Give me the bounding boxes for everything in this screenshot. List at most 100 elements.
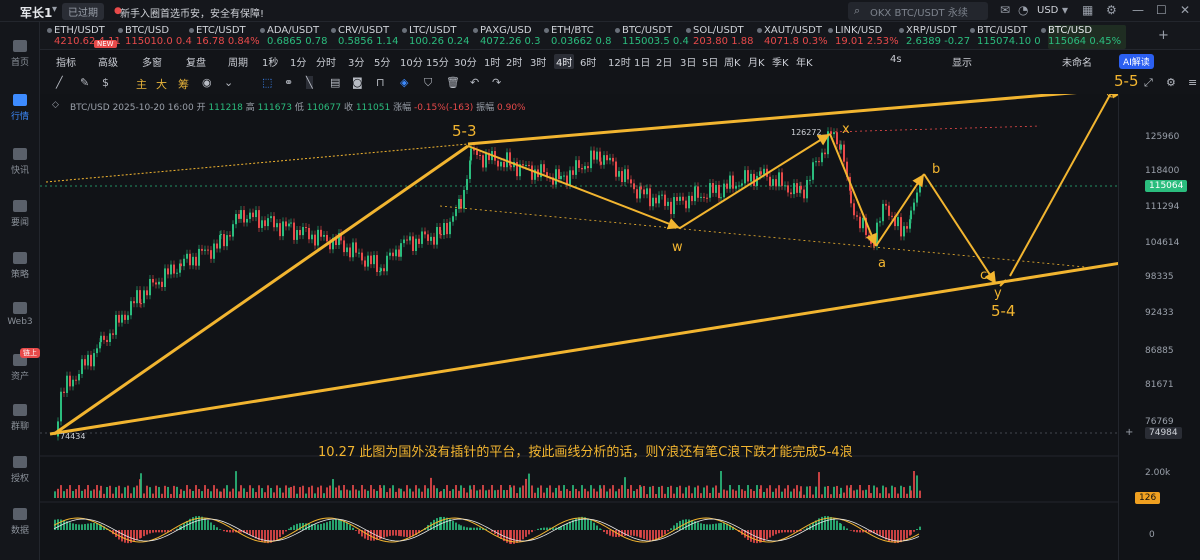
chevron-down-icon[interactable]: ▾ — [1062, 3, 1068, 17]
toolbar-item[interactable]: 季K — [772, 54, 789, 69]
big-order-toggle[interactable]: 大 — [156, 76, 167, 92]
candlestick-chart[interactable] — [40, 80, 1141, 560]
chart-menu-icon[interactable]: ◇ — [52, 100, 59, 110]
toolbar-item[interactable]: 1秒 — [262, 54, 278, 69]
trendline-icon[interactable]: ╲ — [306, 76, 313, 89]
filter-icon[interactable]: ⛉ — [424, 76, 432, 90]
toolbar-right-item[interactable]: 4s — [890, 54, 902, 65]
toolbar-item[interactable]: 周K — [724, 54, 741, 69]
ticker-dot-icon — [686, 28, 691, 33]
bell-icon[interactable]: ◔ — [1018, 3, 1028, 17]
toolbar-item[interactable]: 1日 — [634, 54, 650, 69]
chevron-down-icon[interactable]: ▾ — [52, 4, 57, 15]
toolbar-item[interactable]: 1分 — [290, 54, 306, 69]
cursor-icon[interactable]: ⬚ — [262, 76, 272, 89]
sidebar-item-strategy[interactable]: 策略 — [0, 252, 40, 280]
link-icon[interactable]: ⚭ — [284, 76, 293, 89]
layers-icon[interactable]: ◈ — [400, 76, 408, 89]
volume-bar — [176, 486, 178, 498]
toolbar-item[interactable]: 多窗 — [142, 54, 162, 69]
ai-analysis-button[interactable]: AI解读 — [1119, 54, 1154, 69]
toolbar-item[interactable]: 3日 — [680, 54, 696, 69]
search-input[interactable]: ⌕ OKX BTC/USDT 永续 — [848, 2, 988, 20]
notice-text[interactable]: 新手入圈首选币安，安全有保障! — [120, 5, 264, 20]
sidebar-item-flash[interactable]: 快讯 — [0, 148, 40, 176]
toolbar-item[interactable]: 指标 — [56, 54, 76, 69]
toolbar-item[interactable]: 周期 — [228, 54, 248, 69]
close-icon[interactable]: ✕ — [1180, 3, 1190, 17]
toolbar-item[interactable]: 复盘 — [186, 54, 206, 69]
toolbar-item[interactable]: 4时 — [554, 54, 575, 69]
wave-label-b: b — [932, 162, 941, 177]
sidebar-item-data[interactable]: 数据 — [0, 508, 40, 536]
candle-body — [497, 160, 499, 167]
toolbar-item[interactable]: 10分 — [400, 54, 423, 69]
line-tool-icon[interactable]: ╱ — [56, 76, 63, 89]
login-status-badge[interactable]: 已过期 — [62, 3, 104, 20]
chips-toggle[interactable]: 筹 — [178, 76, 189, 92]
maximize-icon[interactable]: ☐ — [1156, 3, 1167, 17]
toolbar-item[interactable]: 1时 — [484, 54, 500, 69]
undo-icon[interactable]: ↶ — [470, 76, 479, 89]
sidebar-item-auth[interactable]: 授权 — [0, 456, 40, 484]
toolbar-item[interactable]: 6时 — [580, 54, 596, 69]
toolbar-item[interactable]: 12时 — [608, 54, 631, 69]
toolbar-item[interactable]: 2日 — [656, 54, 672, 69]
toolbar-item[interactable]: 3时 — [530, 54, 546, 69]
candle-body — [850, 190, 852, 204]
toolbar-item[interactable]: 年K — [796, 54, 813, 69]
toolbar-item[interactable]: 5分 — [374, 54, 390, 69]
eye-icon[interactable]: ◉ — [202, 76, 212, 89]
settings-icon[interactable]: ⚙ — [1166, 76, 1176, 89]
sidebar-item-assets[interactable]: 资产 链上 — [0, 348, 40, 382]
add-ticker-icon[interactable]: + — [1158, 28, 1169, 43]
grid-icon[interactable]: ▦ — [1082, 3, 1093, 17]
main-chart-toggle[interactable]: 主 — [136, 76, 147, 92]
message-icon[interactable]: ✉ — [1000, 3, 1010, 17]
candle-body — [293, 222, 295, 240]
toolbar-item[interactable]: 分时 — [316, 54, 336, 69]
settings-icon[interactable]: ⚙ — [1106, 3, 1117, 17]
username[interactable]: 军长1 — [20, 4, 52, 21]
volume-bar — [715, 485, 717, 498]
minimize-icon[interactable]: — — [1132, 3, 1144, 17]
chevron-down-icon[interactable]: ⌄ — [224, 76, 233, 89]
camera-icon[interactable]: ◙ — [352, 76, 363, 89]
toolbar-item[interactable]: 月K — [748, 54, 765, 69]
toolbar-item[interactable]: 高级 — [98, 54, 118, 69]
toolbar-item[interactable]: 5日 — [702, 54, 718, 69]
volume-bar — [311, 485, 313, 498]
toolbar-item[interactable]: 3分 — [348, 54, 364, 69]
macd-bar — [386, 530, 388, 537]
sidebar-item-home[interactable]: 首页 — [0, 40, 40, 68]
toolbar-item[interactable]: 30分 — [454, 54, 477, 69]
brush-tool-icon[interactable]: ✎ — [80, 76, 89, 89]
currency-select[interactable]: USD — [1037, 5, 1058, 16]
sidebar-item-chat[interactable]: 群聊 — [0, 404, 40, 432]
macd-bar — [624, 530, 626, 536]
chart-canvas[interactable] — [40, 80, 1141, 560]
toolbar-right-item[interactable]: 显示 — [952, 54, 972, 69]
ticker-item[interactable]: BTC/USD 115064 0.45% — [1041, 25, 1126, 49]
magnet-icon[interactable]: ⊓ — [376, 76, 385, 89]
candle-body — [781, 172, 783, 186]
sidebar-item-web3[interactable]: Web3 — [0, 302, 40, 327]
low-label: 低 — [294, 103, 304, 113]
toolbar-item[interactable]: 15分 — [426, 54, 449, 69]
volume-bar — [627, 488, 629, 498]
candle-body — [449, 221, 451, 235]
dollar-tool-icon[interactable]: $ — [102, 76, 109, 89]
toolbar-right-item[interactable]: 未命名 — [1062, 54, 1092, 69]
delete-icon[interactable]: 🗑 — [446, 76, 460, 89]
sidebar-item-headlines[interactable]: 要闻 — [0, 200, 40, 228]
redo-icon[interactable]: ↷ — [492, 76, 501, 89]
toolbar-item[interactable]: 2时 — [506, 54, 522, 69]
candle-body — [784, 185, 786, 187]
macd-bar — [296, 523, 298, 530]
add-line-icon[interactable]: + — [1125, 427, 1133, 438]
tools-grid-icon[interactable]: ▤ — [330, 76, 340, 89]
sidebar-item-market[interactable]: 行情 — [0, 94, 40, 122]
price-axis[interactable]: 115064 + 74984 2.00k 126 0 125960 118400 1… — [1118, 94, 1200, 560]
menu-icon[interactable]: ≡ — [1188, 76, 1197, 89]
fullscreen-icon[interactable]: ⤢ — [1144, 76, 1153, 90]
